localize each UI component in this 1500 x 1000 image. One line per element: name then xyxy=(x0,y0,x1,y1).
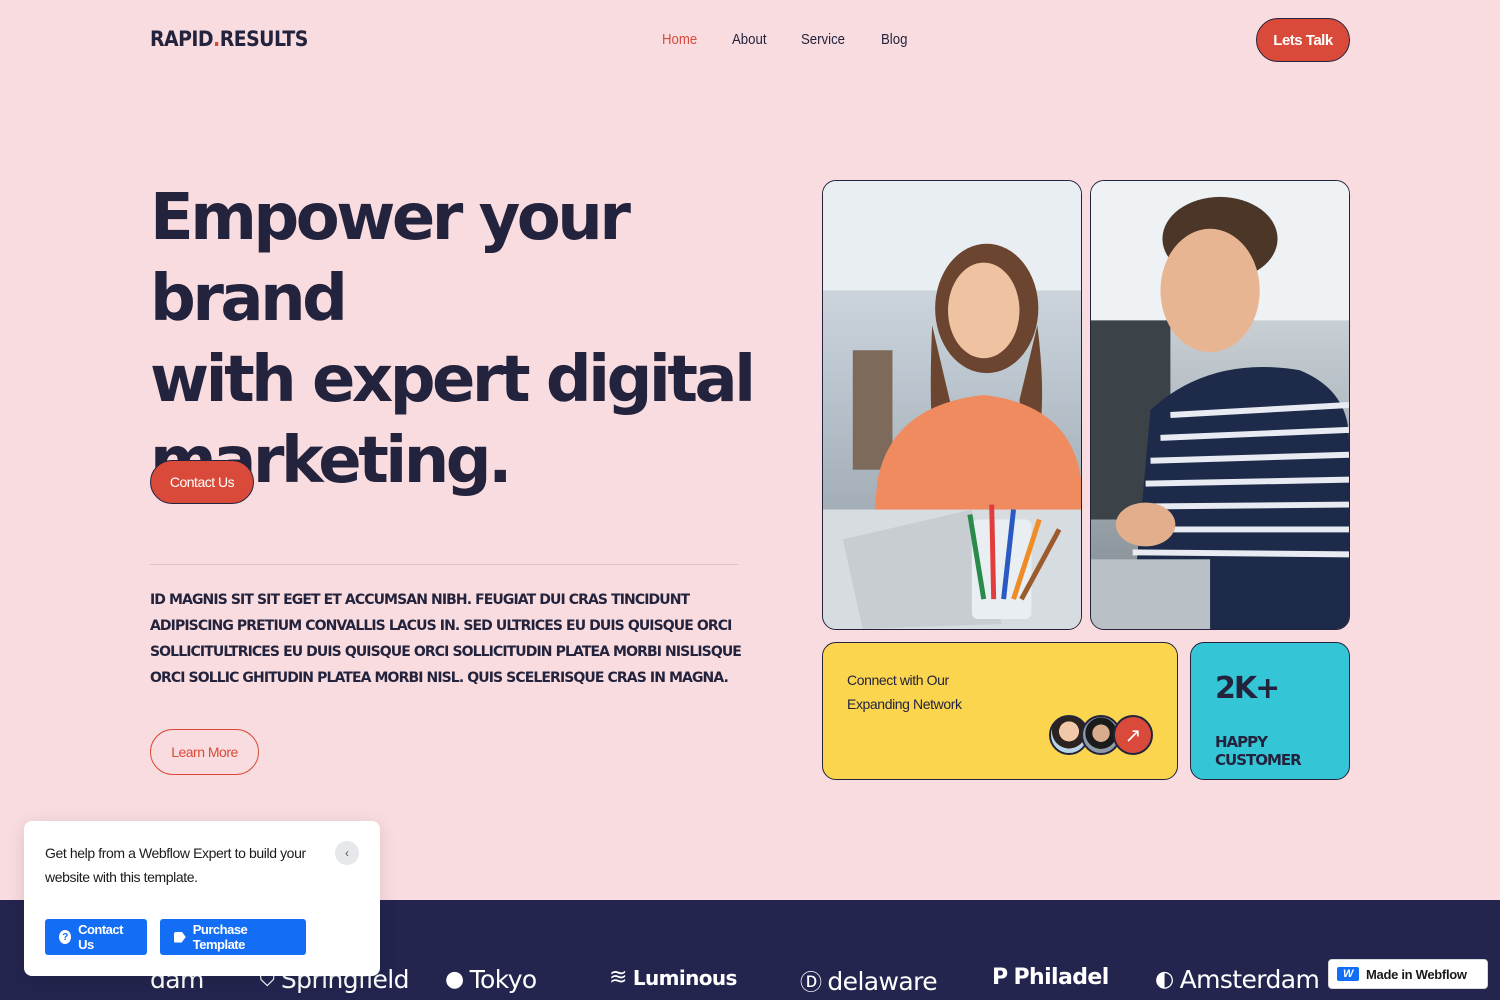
lets-talk-button[interactable]: Lets Talk xyxy=(1256,18,1350,62)
photo-woman-tablet xyxy=(822,180,1082,630)
brand-name: Luminous xyxy=(632,965,738,990)
d-icon: Ⓓ xyxy=(800,971,822,996)
customers-count: 2K+ xyxy=(1215,671,1280,706)
network-card-line-1: Connect with Our xyxy=(847,672,949,688)
made-in-webflow-badge[interactable]: W Made in Webflow xyxy=(1328,959,1488,989)
arrow-up-right-icon[interactable]: ↗ xyxy=(1113,715,1153,755)
made-in-webflow-label: Made in Webflow xyxy=(1366,966,1467,982)
popup-message: Get help from a Webflow Expert to build … xyxy=(45,845,306,885)
main-nav: Home About Service Blog xyxy=(662,31,911,48)
logo-part-1: RAPID xyxy=(150,27,214,51)
nav-blog[interactable]: Blog xyxy=(881,31,907,48)
network-card-text: Connect with Our Expanding Network xyxy=(847,668,997,716)
popup-contact-label: Contact Us xyxy=(78,922,123,952)
customers-card: 2K+ HAPPY CUSTOMER xyxy=(1190,642,1350,780)
brand-name: Tokyo xyxy=(469,965,538,994)
brand-logo-item: P Philadel xyxy=(992,965,1109,990)
purchase-template-label: Purchase Template xyxy=(192,922,248,952)
nav-service[interactable]: Service xyxy=(801,31,845,48)
customers-label: HAPPY CUSTOMER xyxy=(1215,733,1302,769)
brand-name: delaware xyxy=(827,966,937,996)
webflow-icon: W xyxy=(1337,967,1359,981)
nav-home[interactable]: Home xyxy=(662,31,697,48)
avatar-group: ↗ xyxy=(1049,715,1153,755)
chevron-left-icon[interactable]: ‹ xyxy=(335,841,359,865)
divider xyxy=(150,564,738,565)
learn-more-button[interactable]: Learn More xyxy=(150,729,259,775)
brand-name: Amsterdam xyxy=(1179,965,1320,994)
p-icon: P xyxy=(992,965,1008,990)
stripes-icon: ≋ xyxy=(609,965,627,990)
nav-about[interactable]: About xyxy=(732,31,766,48)
brand-logo-item: ● Tokyo xyxy=(445,965,537,994)
circle-icon: ● xyxy=(445,967,464,992)
logo-part-2: RESULTS xyxy=(219,27,309,51)
brand-name: Philadel xyxy=(1013,965,1110,990)
webflow-help-popup: Get help from a Webflow Expert to build … xyxy=(24,821,380,976)
hero-description: Id magnis sit sit eget et accumsan nibh.… xyxy=(150,592,742,686)
tag-icon xyxy=(174,931,186,943)
toggle-icon: ◐ xyxy=(1155,967,1174,992)
photo-man-laptop xyxy=(1090,180,1350,630)
contact-us-button[interactable]: Contact Us xyxy=(150,460,254,504)
brand-logo-item: ≋ Luminous xyxy=(609,965,737,990)
brand-logo-item: Ⓓ delaware xyxy=(800,965,938,997)
hero-title-line-2: with expert digital xyxy=(150,343,756,417)
hero-title-line-1: Empower your brand xyxy=(150,181,631,336)
brand-logo[interactable]: RAPID.RESULTS xyxy=(150,27,308,51)
hero-title: Empower your brand with expert digital m… xyxy=(150,178,770,502)
network-card-line-2: Expanding Network xyxy=(847,696,962,712)
question-icon: ? xyxy=(59,930,72,944)
purchase-template-button[interactable]: Purchase Template xyxy=(160,919,306,955)
popup-contact-button[interactable]: ? Contact Us xyxy=(45,919,147,955)
network-card[interactable]: Connect with Our Expanding Network ↗ xyxy=(822,642,1178,780)
brand-logo-item: ◐ Amsterdam xyxy=(1155,965,1320,994)
